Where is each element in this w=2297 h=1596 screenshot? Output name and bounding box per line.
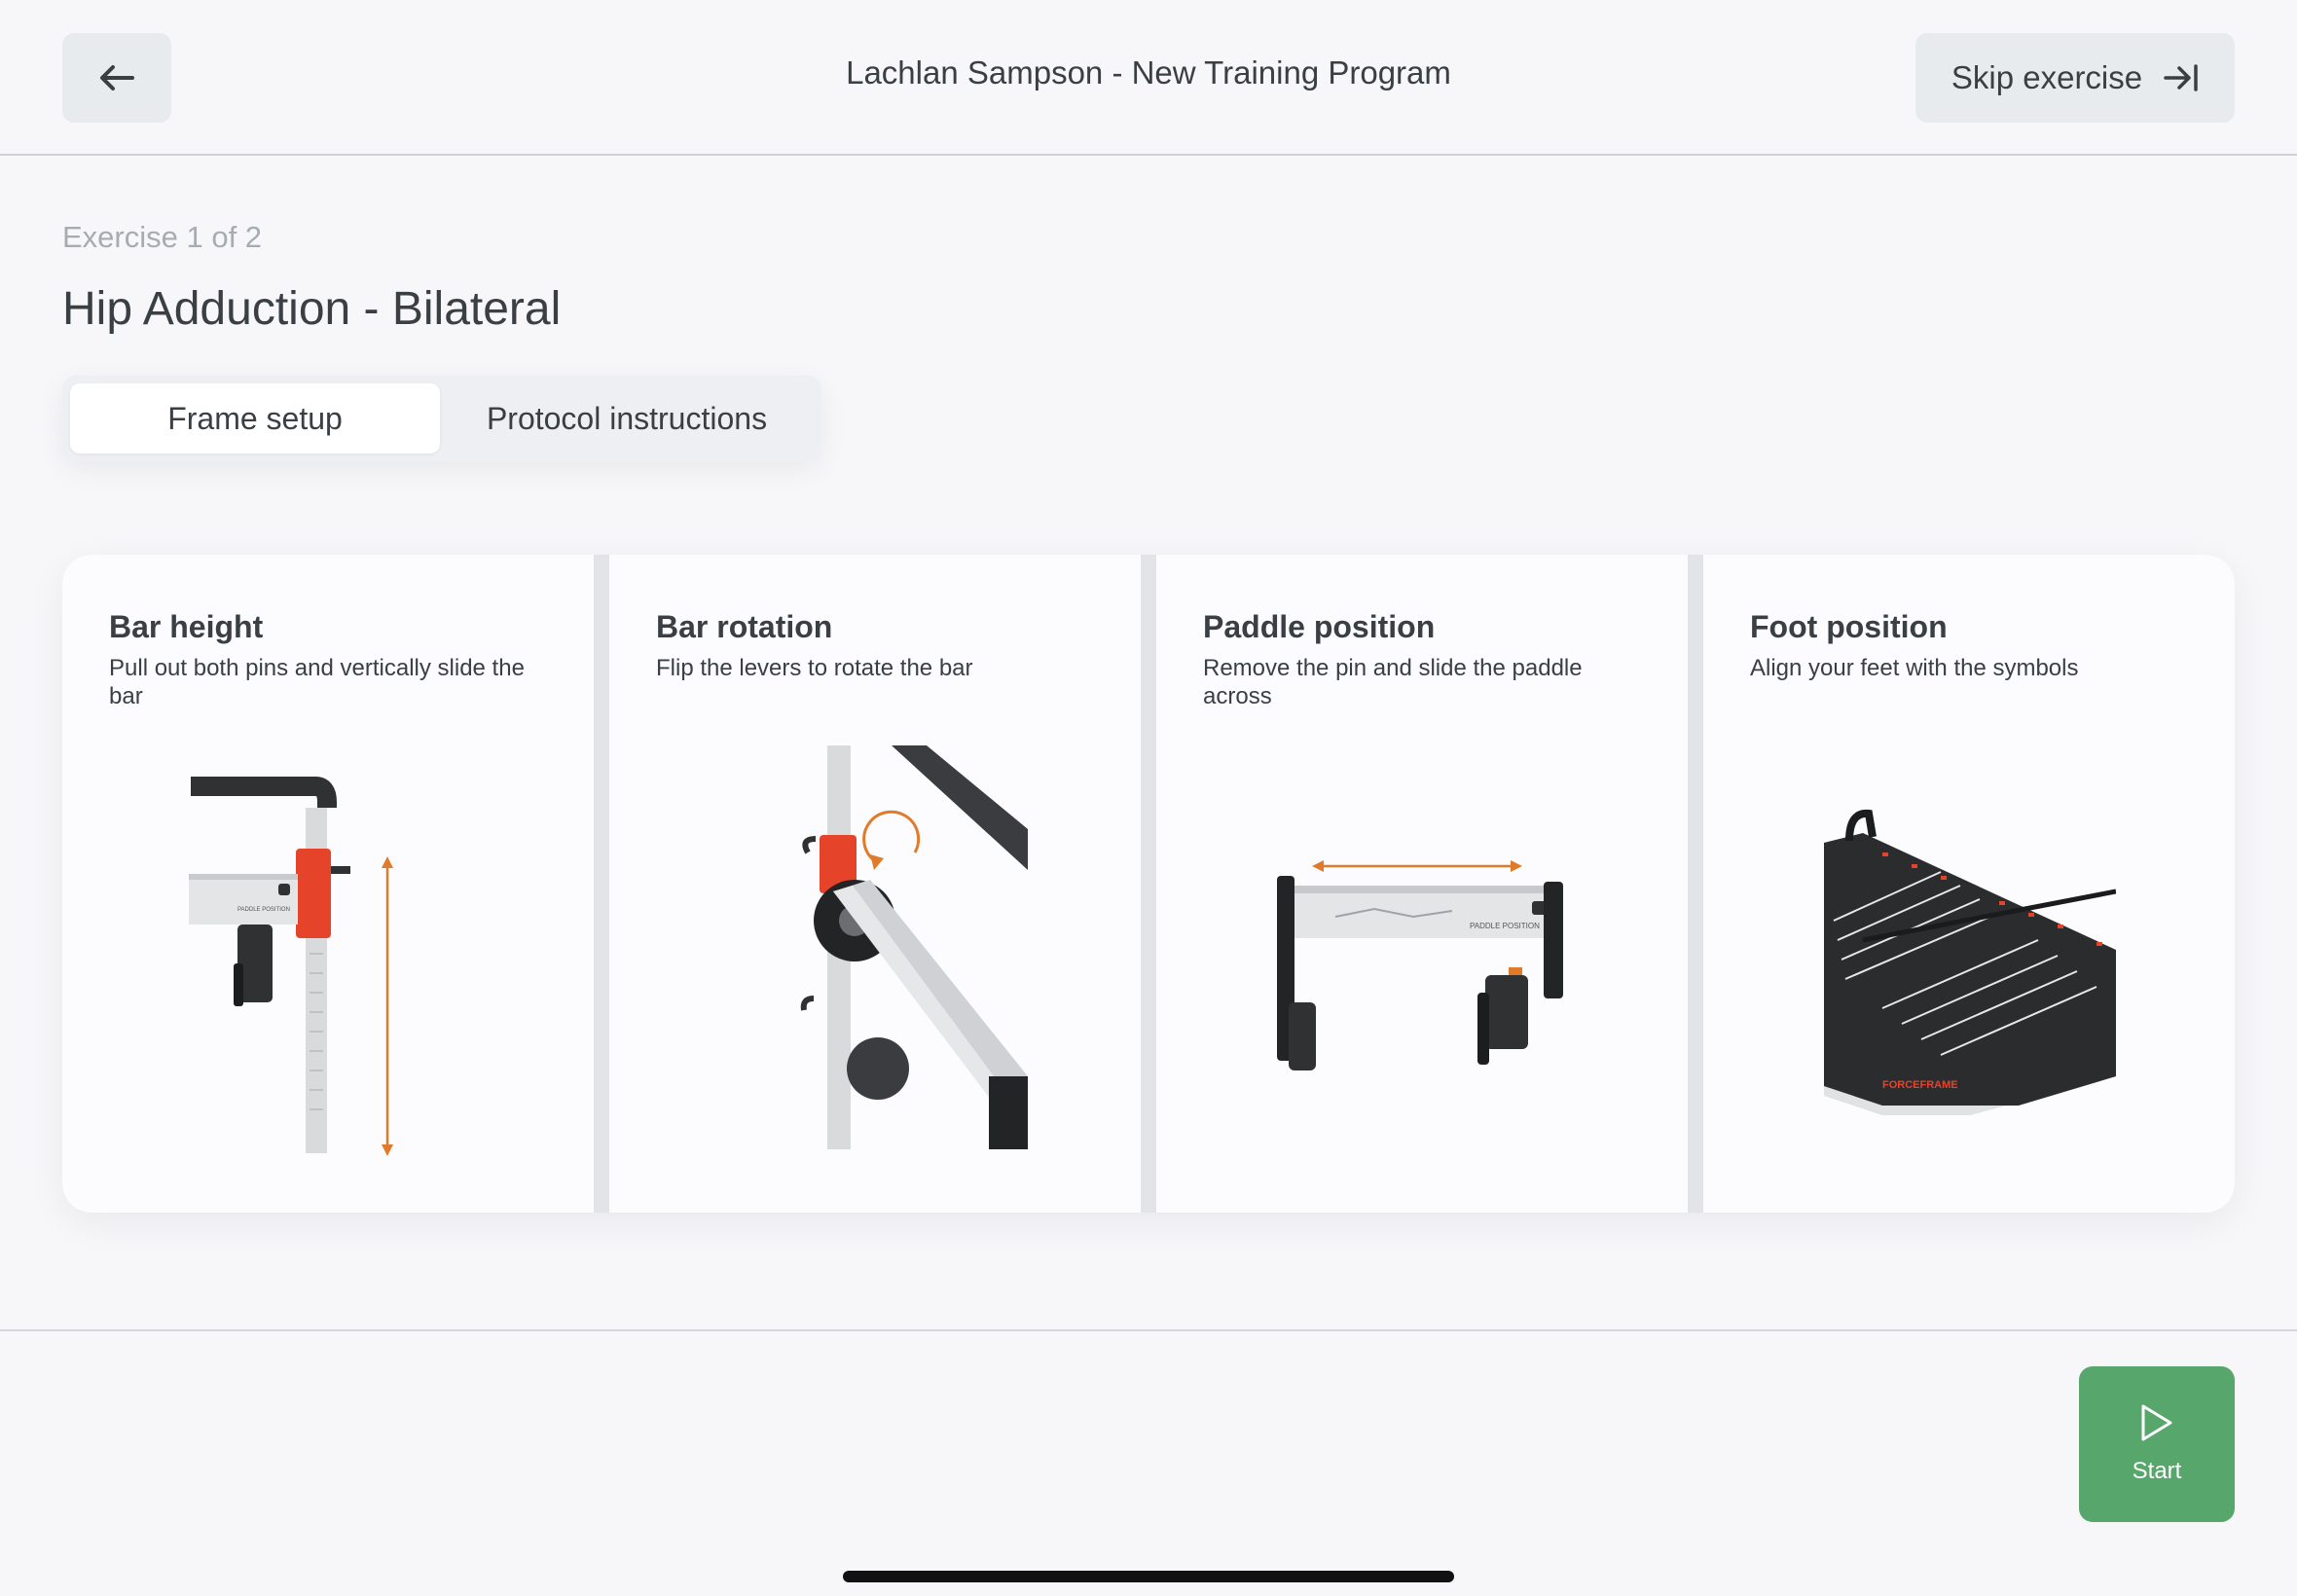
- card-bar-height: Bar height Pull out both pins and vertic…: [62, 555, 594, 1213]
- setup-tabs: Frame setup Protocol instructions: [62, 376, 821, 461]
- foot-plate-illustration: FORCEFRAME: [1824, 809, 2116, 1115]
- start-label: Start: [2132, 1458, 2182, 1484]
- paddle-position-text: PADDLE POSITION: [237, 907, 290, 913]
- exercise-counter: Exercise 1 of 2: [62, 220, 263, 254]
- forceframe-brand-text: FORCEFRAME: [1882, 1079, 1958, 1091]
- paddle-position-text: PADDLE POSITION: [1470, 922, 1540, 930]
- top-bar: Lachlan Sampson - New Training Program S…: [0, 0, 2297, 156]
- card-description: Align your feet with the symbols: [1750, 655, 2079, 681]
- card-title: Paddle position: [1203, 609, 1436, 644]
- card-title: Foot position: [1750, 609, 1948, 644]
- exercise-setup-screen: Lachlan Sampson - New Training Program S…: [0, 0, 2297, 1596]
- paddle-position-illustration: PADDLE POSITION: [1277, 860, 1563, 1070]
- arrow-right-to-bar-icon: [2164, 64, 2198, 91]
- setup-cards: Bar height Pull out both pins and vertic…: [62, 555, 2235, 1213]
- card-bar-rotation: Bar rotation Flip the levers to rotate t…: [609, 555, 1141, 1213]
- start-button[interactable]: Start: [2079, 1366, 2235, 1522]
- exercise-title: Hip Adduction - Bilateral: [62, 283, 562, 335]
- card-paddle-position: Paddle position Remove the pin and slide…: [1156, 555, 1688, 1213]
- card-title: Bar rotation: [656, 609, 833, 644]
- card-description: Remove the pin and slide the paddle acro…: [1203, 655, 1583, 709]
- play-icon: [2141, 1404, 2172, 1441]
- footer-divider: [0, 1329, 2297, 1331]
- bar-rotation-illustration: [800, 745, 1028, 1149]
- card-description: Flip the levers to rotate the bar: [656, 655, 973, 681]
- card-foot-position: Foot position Align your feet with the s…: [1703, 555, 2235, 1213]
- card-description: Pull out both pins and vertically slide …: [109, 655, 525, 709]
- home-indicator: [843, 1571, 1454, 1582]
- bar-height-illustration: PADDLE POSITION: [189, 777, 393, 1156]
- skip-exercise-button[interactable]: Skip exercise: [1915, 33, 2235, 123]
- tab-frame-setup[interactable]: Frame setup: [70, 383, 440, 453]
- skip-exercise-label: Skip exercise: [1951, 59, 2143, 95]
- tab-protocol-instructions[interactable]: Protocol instructions: [440, 383, 814, 453]
- card-title: Bar height: [109, 609, 264, 644]
